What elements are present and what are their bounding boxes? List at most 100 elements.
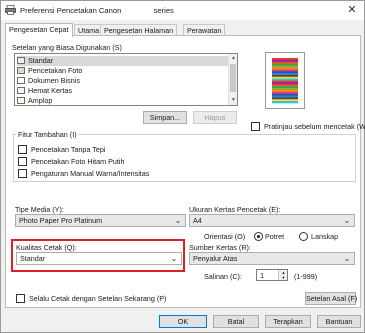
preview-stripe <box>272 88 298 91</box>
arrow-down-icon[interactable]: ▼ <box>279 275 288 280</box>
preview-stripe <box>272 63 298 66</box>
window-title-main: Preferensi Pencetakan Canon <box>20 6 122 15</box>
landscape-radio[interactable] <box>299 232 308 241</box>
print-quality-label: Kualitas Cetak (Q): <box>16 243 77 252</box>
close-button[interactable]: ✕ <box>343 2 361 18</box>
preview-stripe <box>272 71 298 74</box>
common-settings-list[interactable]: Standar Pencetakan Foto Dokumen Bisnis H… <box>14 53 238 106</box>
printing-preferences-window: Preferensi Pencetakan Canon series ✕ Pen… <box>0 0 365 333</box>
copies-stepper[interactable]: 1 ▲ ▼ <box>256 269 288 281</box>
preview-stripe <box>272 95 298 98</box>
preview-stripe <box>272 69 298 72</box>
paper-size-label: Ukuran Kertas Pencetak (E): <box>189 205 281 214</box>
help-button[interactable]: Bantuan <box>317 315 361 328</box>
preview-stripe <box>272 82 298 85</box>
chevron-down-icon: ⌄ <box>343 216 351 225</box>
chevron-down-icon: ⌄ <box>343 254 351 263</box>
common-settings-label: Setelan yang Biasa Digunakan (S) <box>12 43 122 52</box>
manual-color-checkbox[interactable] <box>18 169 27 178</box>
preview-stripe <box>272 74 298 78</box>
always-print-label: Selalu Cetak dengan Setelan Sekarang (P) <box>29 294 167 303</box>
scroll-thumb[interactable] <box>230 64 236 92</box>
preview-stripe <box>272 58 298 61</box>
window-title-suffix: series <box>153 6 174 15</box>
list-item-label: Pencetakan Foto <box>28 66 83 75</box>
paper-saving-icon <box>17 87 25 94</box>
preview-stripe <box>272 97 298 100</box>
paper-preview <box>265 52 305 109</box>
borderless-checkbox[interactable] <box>18 145 27 154</box>
ok-button[interactable]: OK <box>159 315 207 328</box>
paper-size-value: A4 <box>193 216 202 225</box>
tab-quick-setup[interactable]: Pengesetan Cepat <box>5 23 73 37</box>
preview-stripe <box>272 99 298 102</box>
title-bar: Preferensi Pencetakan Canon series ✕ <box>1 1 364 20</box>
list-item-envelope[interactable]: Amplop <box>17 96 53 105</box>
defaults-button[interactable]: Setelan Asal (F) <box>305 292 357 305</box>
printer-icon <box>5 5 16 15</box>
document-icon <box>17 77 25 84</box>
cancel-button[interactable]: Batal <box>213 315 259 328</box>
media-type-label: Tipe Media (Y): <box>15 205 64 214</box>
preview-stripe <box>272 89 298 93</box>
grayscale-photo-checkbox[interactable] <box>18 157 27 166</box>
paper-source-label: Sumber Kertas (R): <box>189 243 251 252</box>
print-quality-select[interactable]: Standar ⌄ <box>16 252 182 265</box>
preview-stripe <box>272 93 298 96</box>
preview-stripe <box>272 91 298 94</box>
borderless-label: Pencetakan Tanpa Tepi <box>31 145 106 154</box>
landscape-label: Lanskap <box>311 232 339 241</box>
chevron-down-icon: ⌄ <box>174 216 182 225</box>
grayscale-photo-label: Pencetakan Foto Hitam Putih <box>31 157 125 166</box>
list-item-standard[interactable]: Standar <box>17 56 229 66</box>
print-quality-value: Standar <box>20 254 46 263</box>
preview-stripe <box>272 76 298 79</box>
copies-value: 1 <box>260 271 265 280</box>
preview-stripe <box>272 65 298 68</box>
scroll-up-icon[interactable]: ▲ <box>229 54 237 63</box>
preview-stripe <box>272 78 298 81</box>
chevron-down-icon: ⌄ <box>170 254 178 263</box>
standard-icon <box>17 57 25 64</box>
preview-stripe <box>272 101 298 104</box>
photo-icon <box>17 67 25 74</box>
portrait-radio[interactable] <box>254 232 263 241</box>
portrait-label: Potret <box>265 232 285 241</box>
copies-range: (1-999) <box>294 272 318 281</box>
extra-features-label: Fitur Tambahan (I) <box>16 130 79 139</box>
window-title: Preferensi Pencetakan Canon series <box>20 6 174 15</box>
list-item-photo[interactable]: Pencetakan Foto <box>17 66 82 76</box>
paper-source-value: Penyalur Atas <box>193 254 238 263</box>
scroll-down-icon[interactable]: ▼ <box>229 96 237 105</box>
preview-stripe <box>272 67 298 70</box>
paper-source-select[interactable]: Penyalur Atas ⌄ <box>189 252 355 265</box>
manual-color-label: Pengaturan Manual Warna/Intensitas <box>31 169 150 178</box>
list-item-label: Hemat Kertas <box>28 86 72 95</box>
list-item-label: Amplop <box>28 96 53 105</box>
preview-stripe <box>272 84 298 87</box>
media-type-select[interactable]: Photo Paper Pro Platinum ⌄ <box>15 214 186 227</box>
list-item-label: Dokumen Bisnis <box>28 76 80 85</box>
preview-stripe <box>272 59 298 63</box>
orientation-label: Orientasi (O) <box>204 232 246 241</box>
paper-size-select[interactable]: A4 ⌄ <box>189 214 355 227</box>
copies-label: Salinan (C): <box>204 272 242 281</box>
save-button[interactable]: Simpan... <box>143 111 187 124</box>
envelope-icon <box>17 97 25 104</box>
preview-stripe <box>272 61 298 64</box>
list-item-paper-saving[interactable]: Hemat Kertas <box>17 86 72 96</box>
quick-setup-panel: Setelan yang Biasa Digunakan (S) Standar… <box>5 35 365 308</box>
always-print-checkbox[interactable] <box>16 294 25 303</box>
media-type-value: Photo Paper Pro Platinum <box>19 216 103 225</box>
preview-checkbox-label: Pratinjau sebelum mencetak (W) <box>264 122 365 131</box>
list-item-label: Standar <box>28 56 54 65</box>
preview-checkbox[interactable] <box>251 122 260 131</box>
preview-stripe <box>272 86 298 89</box>
list-scrollbar[interactable]: ▲ ▼ <box>228 54 237 105</box>
preview-stripe <box>272 73 298 76</box>
preview-stripe <box>272 80 298 83</box>
list-item-business[interactable]: Dokumen Bisnis <box>17 76 80 86</box>
preview-image <box>272 58 298 104</box>
delete-button[interactable]: Hapus <box>193 111 237 124</box>
apply-button[interactable]: Terapkan <box>265 315 311 328</box>
